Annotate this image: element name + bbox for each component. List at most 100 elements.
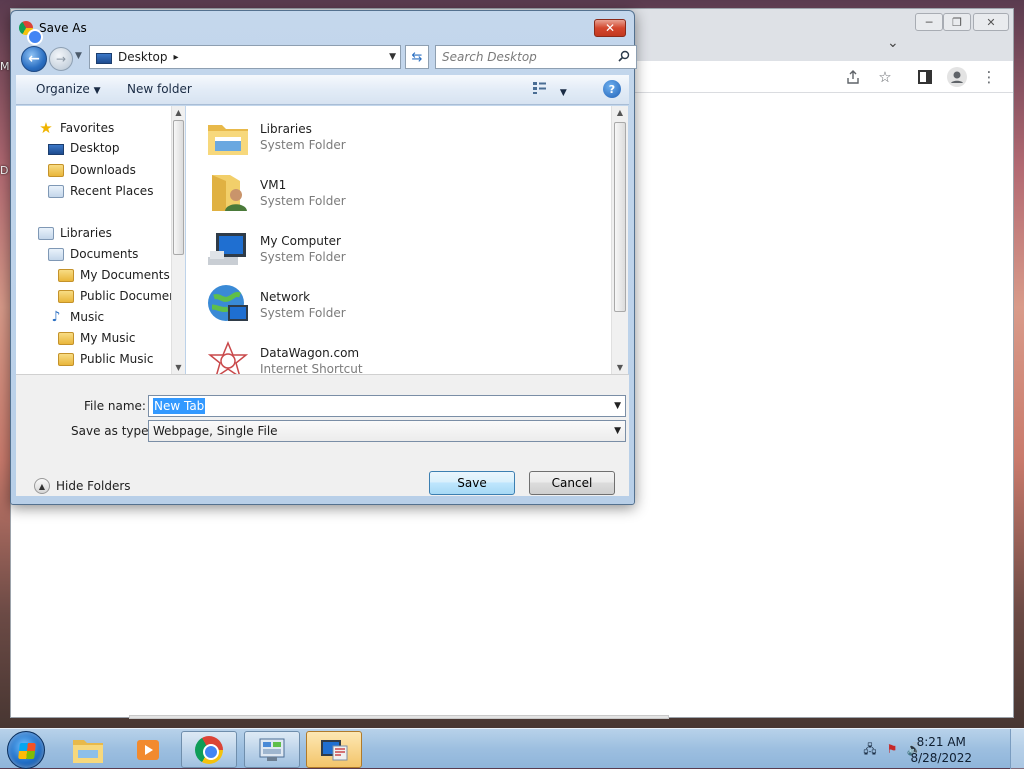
computer-icon xyxy=(206,227,250,271)
clock-time: 8:21 AM xyxy=(916,735,966,749)
search-placeholder: Search Desktop xyxy=(442,50,537,64)
chevron-down-icon: ▼ xyxy=(559,88,567,98)
network-icon xyxy=(206,283,250,327)
file-name: Libraries xyxy=(260,122,312,136)
menu-icon[interactable]: ⋮ xyxy=(979,67,999,87)
refresh-button[interactable]: ⇆ xyxy=(405,45,429,69)
nav-music[interactable]: ♪ Music xyxy=(48,309,105,325)
scroll-thumb[interactable] xyxy=(614,122,626,312)
star-icon: ★ xyxy=(39,119,53,137)
nav-downloads[interactable]: Downloads xyxy=(48,162,136,177)
file-name: DataWagon.com xyxy=(260,346,360,360)
folder-icon xyxy=(58,332,74,345)
scroll-thumb[interactable] xyxy=(173,120,184,255)
back-button[interactable]: ← xyxy=(21,46,47,72)
file-name-field[interactable]: New Tab ▼ xyxy=(148,395,626,417)
save-button[interactable]: Save xyxy=(429,471,515,495)
control-panel-icon[interactable] xyxy=(244,731,300,768)
user-folder-icon xyxy=(206,171,250,215)
file-name-label: File name: xyxy=(84,399,146,413)
horizontal-scrollbar[interactable] xyxy=(129,715,669,719)
remote-desktop-icon[interactable] xyxy=(306,731,362,768)
action-center-icon[interactable]: ⚑ xyxy=(884,741,900,757)
command-bar: Organize ▼ New folder ▼ ? xyxy=(16,75,629,105)
help-icon[interactable]: ? xyxy=(603,80,621,98)
nav-scrollbar[interactable]: ▲ ▼ xyxy=(171,106,185,374)
chevron-down-icon[interactable]: ▼ xyxy=(614,426,621,436)
organize-menu[interactable]: Organize ▼ xyxy=(36,82,101,96)
scroll-up-icon[interactable]: ▲ xyxy=(172,108,185,117)
internet-shortcut-icon xyxy=(206,339,250,374)
list-item[interactable]: Network System Folder xyxy=(206,280,346,330)
recent-locations-dropdown[interactable]: ▼ xyxy=(75,51,82,61)
breadcrumb-arrow-icon[interactable]: ▸ xyxy=(174,52,179,63)
new-folder-button[interactable]: New folder xyxy=(127,82,192,96)
nav-my-documents[interactable]: My Documents xyxy=(58,267,170,282)
minimize-button[interactable]: ─ xyxy=(915,13,943,31)
taskbar: 🖧 ⚑ 🔊 8:21 AM 8/28/2022 xyxy=(0,728,1024,769)
desktop-icon-label: M xyxy=(0,60,10,73)
share-icon[interactable] xyxy=(843,67,863,87)
address-location[interactable]: Desktop xyxy=(118,50,168,64)
search-icon[interactable] xyxy=(618,50,630,65)
nav-recent-places[interactable]: Recent Places xyxy=(48,183,153,198)
search-input[interactable]: Search Desktop xyxy=(435,45,637,69)
file-type: System Folder xyxy=(260,138,346,152)
scroll-up-icon[interactable]: ▲ xyxy=(612,108,628,117)
navigation-pane: ★ Favorites Desktop Downloads Recent Pla… xyxy=(16,106,171,374)
chrome-taskbar-button[interactable] xyxy=(181,731,237,768)
chevron-down-icon: ▼ xyxy=(93,86,101,96)
show-desktop-button[interactable] xyxy=(1010,729,1024,769)
nav-my-music[interactable]: My Music xyxy=(58,330,135,345)
file-name: VM1 xyxy=(260,178,287,192)
list-item[interactable]: My Computer System Folder xyxy=(206,224,346,274)
file-name-value[interactable]: New Tab xyxy=(153,398,206,414)
save-as-dialog: Save As ✕ ← → ▼ Desktop ▸ ▼ ⇆ Search Des… xyxy=(10,10,637,505)
view-options-button[interactable]: ▼ xyxy=(532,81,567,98)
close-button[interactable]: ✕ xyxy=(594,19,626,37)
nav-desktop[interactable]: Desktop xyxy=(48,141,120,155)
tab-search-icon[interactable]: ⌄ xyxy=(887,35,899,51)
nav-libraries[interactable]: Libraries xyxy=(38,225,112,240)
recent-places-icon xyxy=(48,185,64,198)
list-item[interactable]: VM1 System Folder xyxy=(206,168,346,218)
list-item[interactable]: DataWagon.com Internet Shortcut xyxy=(206,336,363,374)
save-as-type-select[interactable]: Webpage, Single File ▼ xyxy=(148,420,626,442)
file-type: System Folder xyxy=(260,306,346,320)
close-window-button[interactable]: ✕ xyxy=(973,13,1009,31)
side-panel-icon[interactable] xyxy=(915,67,935,87)
chevron-down-icon[interactable]: ▼ xyxy=(614,401,621,411)
explorer-icon[interactable] xyxy=(60,731,116,768)
cancel-button[interactable]: Cancel xyxy=(529,471,615,495)
libraries-icon xyxy=(206,115,250,159)
address-bar[interactable]: Desktop ▸ ▼ xyxy=(89,45,401,69)
address-row: ← → ▼ Desktop ▸ ▼ ⇆ Search Desktop xyxy=(21,45,637,72)
list-item[interactable]: Libraries System Folder xyxy=(206,112,346,162)
desktop-icon xyxy=(48,144,64,155)
nav-public-documents[interactable]: Public Documents xyxy=(58,288,171,303)
network-icon[interactable]: 🖧 xyxy=(862,741,878,757)
folder-icon xyxy=(58,290,74,303)
documents-icon xyxy=(48,248,64,261)
clock[interactable]: 8:21 AM 8/28/2022 xyxy=(910,734,972,766)
profile-icon[interactable] xyxy=(947,67,967,87)
media-player-icon[interactable] xyxy=(120,731,176,768)
nav-public-music[interactable]: Public Music xyxy=(58,351,153,366)
file-list-scrollbar[interactable]: ▲ ▼ xyxy=(611,106,628,374)
file-type: System Folder xyxy=(260,250,346,264)
file-name: My Computer xyxy=(260,234,341,248)
scroll-down-icon[interactable]: ▼ xyxy=(612,363,628,372)
start-button[interactable] xyxy=(7,731,45,769)
address-dropdown-icon[interactable]: ▼ xyxy=(389,52,396,62)
file-name: Network xyxy=(260,290,311,304)
scroll-down-icon[interactable]: ▼ xyxy=(172,363,185,372)
hide-folders-button[interactable]: ▲ Hide Folders xyxy=(34,478,131,494)
chrome-icon xyxy=(19,21,43,45)
star-icon[interactable]: ☆ xyxy=(875,67,895,87)
file-list: Libraries System Folder VM1 System Folde… xyxy=(186,106,612,374)
restore-button[interactable]: ❐ xyxy=(943,13,971,31)
nav-documents[interactable]: Documents xyxy=(48,246,138,261)
forward-button[interactable]: → xyxy=(49,47,73,71)
chrome-icon xyxy=(195,735,223,764)
nav-favorites[interactable]: ★ Favorites xyxy=(38,120,114,136)
